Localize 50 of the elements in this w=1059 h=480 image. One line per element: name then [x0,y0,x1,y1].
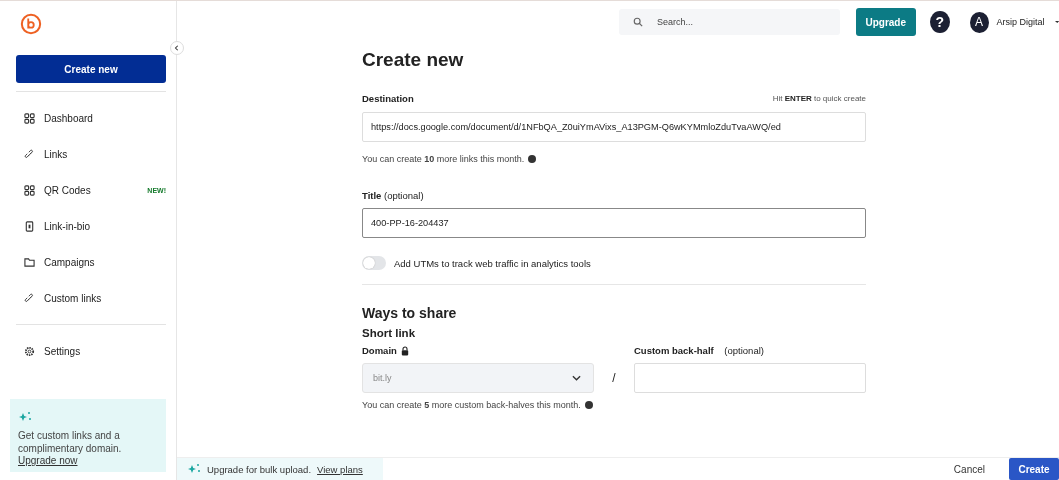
back-half-field[interactable] [634,363,866,393]
account-name[interactable]: Arsip Digital [996,17,1045,27]
caret-icon[interactable] [1054,20,1059,24]
sidebar-item[interactable]: Custom links [16,280,166,316]
subsection-heading: Short link [362,327,417,339]
field-label: Custom back-half (optional) [634,345,765,356]
note-text: You can create 10 more links this month. [362,154,525,164]
field-label: Domain [362,345,397,356]
section-heading: Ways to share [362,305,458,321]
promo-text: Get custom links and a complimentary domain. [18,429,123,455]
collapse-button[interactable] [170,41,184,55]
create-button[interactable]: Create [1009,458,1059,480]
slash-separator: / [611,370,617,387]
qr-code-icon [24,184,35,196]
search-icon [633,17,643,27]
sparkle-icon [187,463,201,475]
lock-icon [400,345,409,356]
note-text: You can create 5 more custom back-halves this month. [362,400,581,410]
view-plans-link[interactable]: View plans [317,463,363,475]
logo-icon [20,13,42,35]
create-new-button[interactable]: Create new [16,55,166,83]
help-button[interactable]: ? [929,11,950,33]
sidebar-item[interactable]: Dashboard [16,100,166,136]
sidebar-item[interactable]: Campaigns [16,244,166,280]
utm-toggle[interactable] [362,256,386,270]
field-label: Destination [362,93,414,104]
folder-icon [24,256,35,268]
settings-icon [24,345,35,357]
sidebar-item[interactable]: Link-in-bio [16,208,166,244]
destination-field[interactable]: https://docs.google.com/document/d/1NFbQA_Z0uiYmAVixs_A13PGM-Q6wKYMmloZduTvaAWQ/ed [362,112,866,142]
grid-icon [24,112,35,124]
page-title: Create new [362,49,465,71]
upgrade-button[interactable]: Upgrade [855,8,916,36]
search-field[interactable]: Search... [619,9,840,35]
cancel-button[interactable]: Cancel [947,462,991,476]
sidebar-item[interactable]: Links [16,136,166,172]
hint-text: Hit ENTER to quick create [772,94,866,103]
phone-icon [24,220,35,232]
footer-text: Upgrade for bulk upload. [207,463,312,475]
chevron-down-icon [572,375,581,381]
upgrade-now-link[interactable]: Upgrade now [18,455,158,466]
title-field[interactable]: 400-PP-16-204437 [362,208,866,238]
link-icon [24,292,35,304]
chevron-left-icon [174,45,180,51]
avatar[interactable]: A [969,11,989,33]
sparkle-icon [18,411,32,423]
sidebar-item[interactable]: Settings [16,333,166,369]
toggle-label: Add UTMs to track web traffic in analytics tools [394,257,591,269]
field-label: Title (optional) [362,190,425,201]
link-icon [24,148,35,160]
